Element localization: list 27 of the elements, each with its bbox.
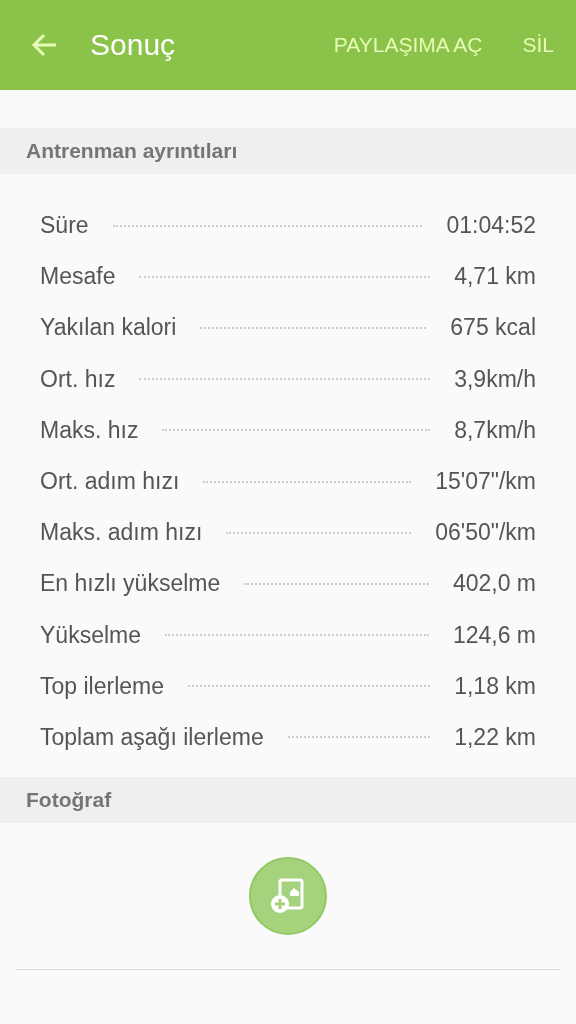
stat-label: Ort. adım hızı xyxy=(40,468,180,496)
screen-title: Sonuç xyxy=(90,28,177,62)
stat-label: Mesafe xyxy=(40,263,116,291)
stat-value: 15'07"/km xyxy=(435,468,536,496)
stat-label: Süre xyxy=(40,212,89,240)
stat-label: Toplam aşağı ilerleme xyxy=(40,723,264,751)
stat-value: 1,22 km xyxy=(454,723,536,751)
stat-value: 3,9km/h xyxy=(454,365,536,393)
stat-value: 06'50"/km xyxy=(435,519,536,547)
stat-label: Ort. hız xyxy=(40,365,116,393)
section-title: Antrenman ayrıntıları xyxy=(26,139,238,163)
stat-label: Maks. adım hızı xyxy=(40,519,203,547)
stat-value: 124,6 m xyxy=(452,621,536,649)
stat-value: 402,0 m xyxy=(452,570,536,598)
stat-value: 1,18 km xyxy=(454,672,536,700)
stat-value: 675 kcal xyxy=(450,314,536,342)
stat-value: 01:04:52 xyxy=(446,212,536,240)
stat-value: 8,7km/h xyxy=(454,416,536,444)
stat-label: Yükselme xyxy=(40,621,141,649)
section-title: Fotoğraf xyxy=(26,788,112,813)
stat-label: Maks. hız xyxy=(40,416,139,444)
stat-label: Top ilerleme xyxy=(40,672,164,700)
action-button[interactable]: SİL xyxy=(522,33,554,57)
stat-value: 4,71 km xyxy=(454,263,536,291)
stat-label: En hızlı yükselme xyxy=(40,570,221,598)
stat-label: Yakılan kalori xyxy=(40,314,177,342)
action-button[interactable]: PAYLAŞIMA AÇ xyxy=(333,33,483,57)
